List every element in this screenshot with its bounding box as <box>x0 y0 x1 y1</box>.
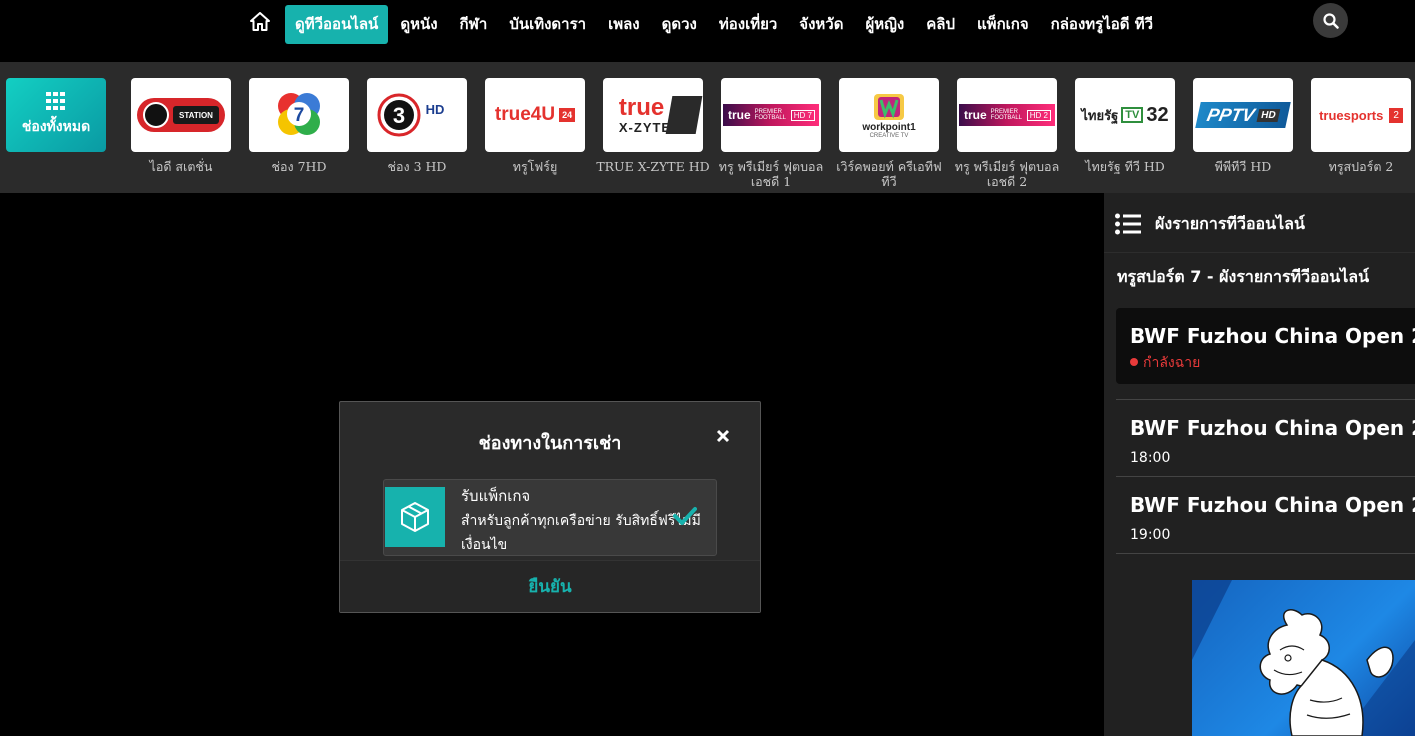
svg-text:7: 7 <box>294 105 305 126</box>
nav-item-travel[interactable]: ท่องเที่ยว <box>709 5 787 44</box>
nav-item-province[interactable]: จังหวัด <box>789 5 853 44</box>
nav-item-movies[interactable]: ดูหนัง <box>390 5 447 44</box>
channel-item[interactable]: true4U 24 ทรูโฟร์ยู <box>485 78 585 174</box>
channel-item[interactable]: STATION ไอดี สเตชั่น <box>131 78 231 174</box>
channel-item[interactable]: workpoint1 CREATIVE TV เวิร์คพอยท์ ครีเอ… <box>836 78 942 189</box>
channel-name: TRUE X-ZYTE HD <box>596 159 710 174</box>
channel-name: ทรู พรีเมียร์ ฟุตบอล เอชดี 2 <box>954 159 1060 189</box>
program-time: 19:00 <box>1130 527 1171 543</box>
schedule-title: ผังรายการทีวีออนไลน์ <box>1155 214 1305 233</box>
channel-logo: true X-ZYTE <box>603 78 703 152</box>
schedule-header: ผังรายการทีวีออนไลน์ <box>1104 193 1415 253</box>
channel-item[interactable]: truesports 2 ทรูสปอร์ต 2 <box>1311 78 1411 174</box>
nav-item-package[interactable]: แพ็กเกจ <box>967 5 1039 44</box>
nav-item-sports[interactable]: กีฬา <box>450 5 498 44</box>
channel-logo: true PREMIER FOOTBALL HD 7 <box>721 78 821 152</box>
home-icon[interactable] <box>248 8 272 34</box>
channel-strip: ช่องทั้งหมด STATION ไอดี สเตชั่น 7 ช่อง … <box>0 62 1415 193</box>
list-icon[interactable] <box>1115 213 1141 239</box>
channel-name: ไทยรัฐ ทีวี HD <box>1085 159 1165 174</box>
program-title: BWF Fuzhou China Open 2019 <box>1130 493 1415 517</box>
rental-modal: ช่องทางในการเช่า รับแพ็กเกจ สำหรับลูกค้า… <box>339 401 761 613</box>
svg-text:3: 3 <box>393 103 405 128</box>
package-option[interactable]: รับแพ็กเกจ สำหรับลูกค้าทุกเครือข่าย รับส… <box>383 479 717 556</box>
channel-name: ทรูสปอร์ต 2 <box>1328 159 1394 174</box>
channel-name: ช่อง 3 HD <box>387 159 447 174</box>
channel-logo: PPTV HD <box>1193 78 1293 152</box>
channel-logo: 7 <box>249 78 349 152</box>
nav-item-entertainment[interactable]: บันเทิงดารา <box>499 5 596 44</box>
channel-item[interactable]: true X-ZYTE TRUE X-ZYTE HD <box>596 78 710 174</box>
channel-logo: true4U 24 <box>485 78 585 152</box>
live-status: กำลังฉาย <box>1130 352 1200 374</box>
close-icon[interactable] <box>713 426 733 446</box>
grid-icon <box>46 92 65 110</box>
schedule-subtitle: ทรูสปอร์ต 7 - ผังรายการทีวีออนไลน์ <box>1117 267 1370 286</box>
channel-item[interactable]: 7 ช่อง 7HD <box>249 78 349 174</box>
channel-item[interactable]: PPTV HD พีพีทีวี HD <box>1193 78 1293 174</box>
all-channels-label: ช่องทั้งหมด <box>21 119 91 135</box>
channel-logo: workpoint1 CREATIVE TV <box>839 78 939 152</box>
search-icon[interactable] <box>1313 3 1348 38</box>
program-time: 18:00 <box>1130 450 1171 466</box>
channel-name: ช่อง 7HD <box>271 159 327 174</box>
live-dot-icon <box>1130 358 1138 366</box>
top-navigation: ดูทีวีออนไลน์ ดูหนัง กีฬา บันเทิงดารา เพ… <box>0 0 1415 62</box>
package-box-icon <box>385 487 445 547</box>
program-item[interactable]: BWF Fuzhou China Open 2019 18:00 <box>1116 399 1415 477</box>
all-channels-button[interactable]: ช่องทั้งหมด <box>6 78 106 152</box>
nav-menu: ดูทีวีออนไลน์ ดูหนัง กีฬา บันเทิงดารา เพ… <box>285 5 1165 44</box>
nav-item-music[interactable]: เพลง <box>598 5 650 44</box>
channel-name: เวิร์คพอยท์ ครีเอทีฟ ทีวี <box>836 159 942 189</box>
promo-banner[interactable] <box>1192 580 1415 736</box>
channel-item[interactable]: 3 HD ช่อง 3 HD <box>367 78 467 174</box>
program-title: BWF Fuzhou China Open 2019 <box>1130 324 1415 348</box>
nav-item-clips[interactable]: คลิป <box>916 5 965 44</box>
channel-name: ทรูโฟร์ยู <box>512 159 558 174</box>
modal-title: ช่องทางในการเช่า <box>478 433 622 454</box>
modal-footer: ยืนยัน <box>340 560 760 612</box>
channel-logo: STATION <box>131 78 231 152</box>
check-icon <box>673 506 697 530</box>
channel-logo: 3 HD <box>367 78 467 152</box>
channel-logo: ไทยรัฐ TV 32 <box>1075 78 1175 152</box>
channel-item[interactable]: true PREMIER FOOTBALL HD 7 ทรู พรีเมียร์ … <box>719 78 823 189</box>
program-item-live[interactable]: BWF Fuzhou China Open 2019 กำลังฉาย <box>1116 308 1415 384</box>
confirm-button[interactable]: ยืนยัน <box>528 573 571 600</box>
channel-name: ทรู พรีเมียร์ ฟุตบอล เอชดี 1 <box>718 159 824 189</box>
divider <box>1116 553 1415 554</box>
program-title: BWF Fuzhou China Open 2019 <box>1130 416 1415 440</box>
option-title: รับแพ็กเกจ <box>461 487 531 505</box>
nav-item-horoscope[interactable]: ดูดวง <box>652 5 707 44</box>
nav-item-trueid-tv-box[interactable]: กล่องทรูไอดี ทีวี <box>1041 5 1163 44</box>
nav-item-women[interactable]: ผู้หญิง <box>855 5 914 44</box>
nav-item-tv-online[interactable]: ดูทีวีออนไลน์ <box>285 5 389 44</box>
schedule-panel: ผังรายการทีวีออนไลน์ ทรูสปอร์ต 7 - ผังรา… <box>1104 193 1415 736</box>
channel-name: ไอดี สเตชั่น <box>149 159 213 174</box>
program-item[interactable]: BWF Fuzhou China Open 2019 19:00 <box>1116 476 1415 554</box>
channel-item[interactable]: ไทยรัฐ TV 32 ไทยรัฐ ทีวี HD <box>1075 78 1175 174</box>
channel-name: พีพีทีวี HD <box>1214 159 1272 174</box>
channel-logo: true PREMIER FOOTBALL HD 2 <box>957 78 1057 152</box>
channel-logo: truesports 2 <box>1311 78 1411 152</box>
svg-text:HD: HD <box>426 102 445 117</box>
channel-item[interactable]: true PREMIER FOOTBALL HD 2 ทรู พรีเมียร์ … <box>955 78 1059 189</box>
